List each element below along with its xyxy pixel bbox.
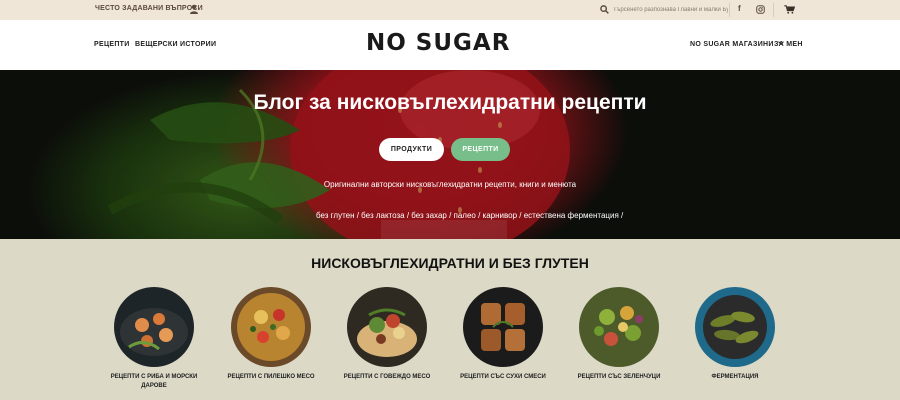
category-label: РЕЦЕПТИ С ПИЛЕШКО МЕСО (227, 374, 315, 380)
category-label: РЕЦЕПТИ СЪС ЗЕЛЕНЧУЦИ (577, 374, 661, 380)
nav-shops[interactable]: NO SUGAR МАГАЗИНИ (690, 39, 784, 48)
hero-banner: Блог за нисковъглехидратни рецепти ПРОДУ… (0, 70, 900, 239)
divider (773, 3, 774, 17)
facebook-icon[interactable]: f (738, 4, 741, 13)
category-label: РЕЦЕПТИ С РИБА И МОРСКИ ДАРОВЕ (110, 374, 198, 389)
nav-witch-stories[interactable]: ВЕЩЕРСКИ ИСТОРИИ (135, 41, 216, 48)
fermentation-photo[interactable] (695, 287, 775, 367)
user-icon[interactable] (189, 4, 199, 14)
dry-mix-photo[interactable] (463, 287, 543, 367)
category-label: РЕЦЕПТИ СЪС СУХИ СМЕСИ (460, 374, 546, 380)
section-title: НИСКОВЪГЛЕХИДРАТНИ И БЕЗ ГЛУТЕН (311, 255, 589, 271)
instagram-icon[interactable] (756, 5, 765, 14)
top-bar: ЧЕСТО ЗАДАВАНИ ВЪПРОСИ f (0, 0, 900, 20)
nav-about[interactable]: ЗА МЕН (774, 41, 803, 48)
hero-subtitle: Оригинални авторски нисковъглехидратни р… (323, 180, 577, 189)
overlay-box (381, 220, 507, 239)
products-button[interactable]: ПРОДУКТИ (379, 138, 444, 161)
faq-link[interactable]: ЧЕСТО ЗАДАВАНИ ВЪПРОСИ (95, 5, 203, 12)
nav-shops-label: NO SUGAR МАГАЗИНИ (690, 41, 774, 48)
site-logo[interactable]: NO SUGAR (366, 30, 510, 56)
nav-recipes[interactable]: РЕЦЕПТИ (94, 41, 130, 48)
beef-photo[interactable] (347, 287, 427, 367)
search-input[interactable] (613, 3, 728, 16)
hero-title: Блог за нисковъглехидратни рецепти (253, 91, 647, 114)
vegetables-photo[interactable] (579, 287, 659, 367)
recipes-button[interactable]: РЕЦЕПТИ (451, 138, 510, 161)
main-header: РЕЦЕПТИ ВЕЩЕРСКИ ИСТОРИИ NO SUGAR NO SUG… (0, 20, 900, 70)
category-label: РЕЦЕПТИ С ГОВЕЖДО МЕСО (343, 374, 431, 380)
divider (729, 3, 730, 17)
cart-icon[interactable] (784, 5, 795, 14)
category-label: ФЕРМЕНТАЦИЯ (711, 374, 759, 380)
hero-tags: без глутен / без лактоза / без захар / п… (316, 211, 624, 220)
seafood-photo[interactable] (114, 287, 194, 367)
chicken-photo[interactable] (231, 287, 311, 367)
search-icon[interactable] (600, 5, 609, 14)
